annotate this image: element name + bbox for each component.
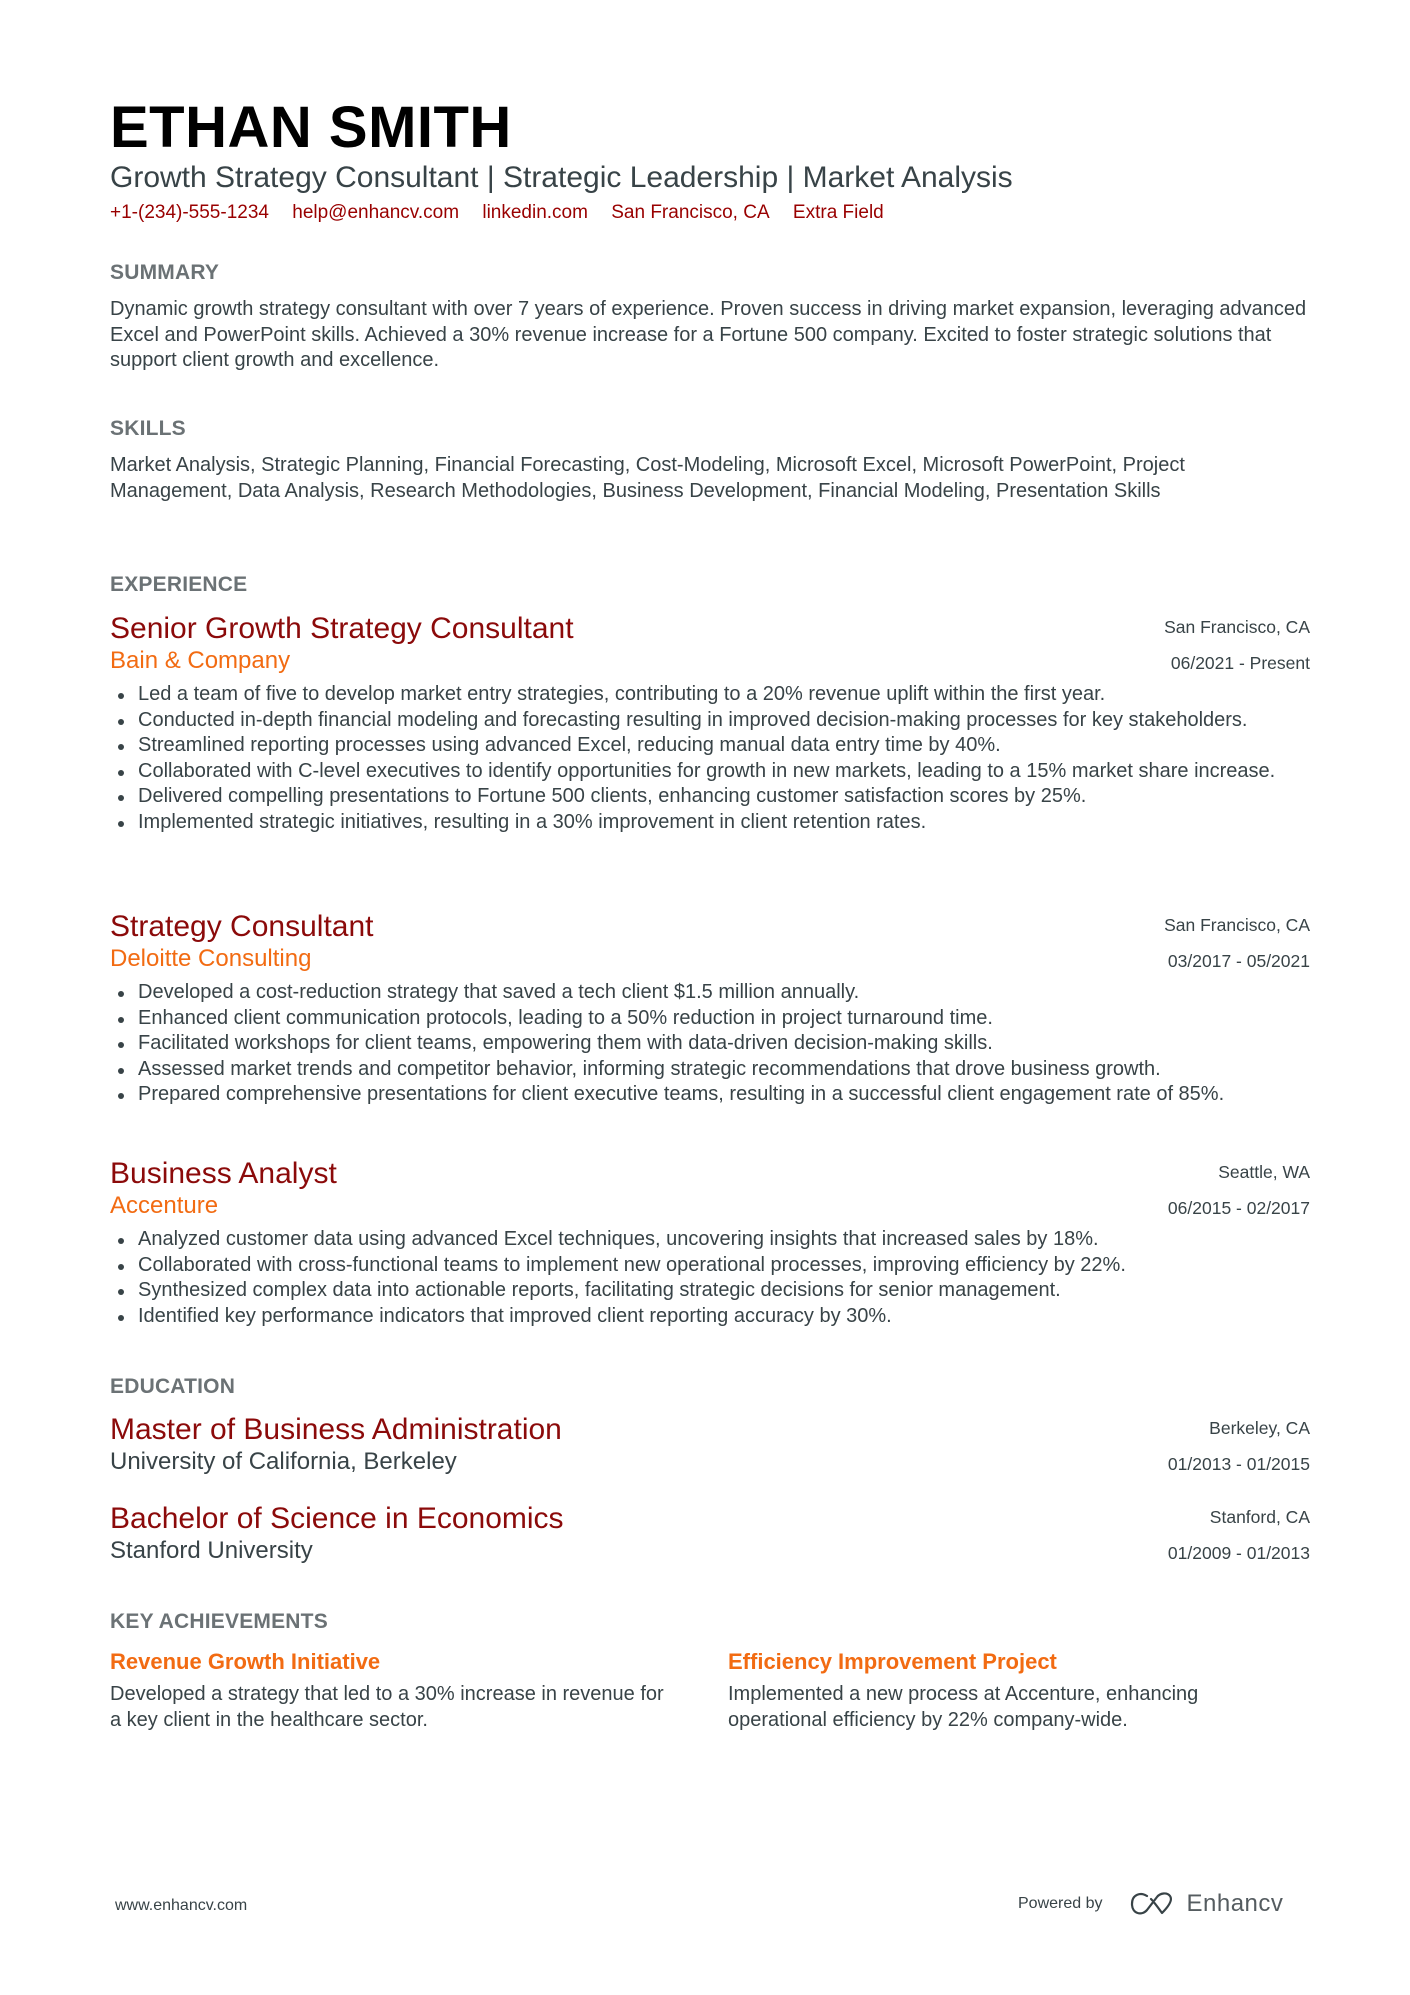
job-bullet: Identified key performance indicators th…	[110, 1304, 1310, 1330]
job-bullet: Delivered compelling presentations to Fo…	[110, 784, 1310, 810]
achievement-item: Revenue Growth Initiative Developed a st…	[110, 1648, 670, 1733]
contact-phone[interactable]: +1-(234)-555-1234	[110, 202, 269, 223]
job-bullet: Prepared comprehensive presentations for…	[110, 1082, 1310, 1108]
job-title: Strategy Consultant	[110, 910, 374, 943]
achievements-heading: KEY ACHIEVEMENTS	[110, 1610, 328, 1633]
education-entry: Master of Business Administration Univer…	[110, 1413, 1310, 1477]
skills-text: Market Analysis, Strategic Planning, Fin…	[110, 454, 1185, 502]
candidate-headline: Growth Strategy Consultant | Strategic L…	[110, 161, 1013, 194]
job-bullet: Facilitated workshops for client teams, …	[110, 1031, 1310, 1057]
enhancv-brand-name: Enhancv	[1186, 1890, 1284, 1917]
job-bullets: Developed a cost-reduction strategy that…	[110, 980, 1310, 1108]
contact-email[interactable]: help@enhancv.com	[292, 202, 459, 223]
school-name: University of California, Berkeley	[110, 1448, 457, 1475]
job-bullet: Collaborated with C-level executives to …	[110, 759, 1310, 785]
job-bullet: Collaborated with cross-functional teams…	[110, 1253, 1310, 1279]
company-name: Accenture	[110, 1192, 219, 1219]
job-location: Seattle, WA	[1218, 1162, 1310, 1182]
degree-title: Bachelor of Science in Economics	[110, 1502, 564, 1535]
achievement-title: Revenue Growth Initiative	[110, 1649, 381, 1674]
job-title: Business Analyst	[110, 1157, 337, 1190]
company-name: Bain & Company	[110, 647, 291, 674]
enhancv-logo-icon	[1130, 1892, 1172, 1915]
education-location: Stanford, CA	[1209, 1507, 1310, 1527]
degree-title: Master of Business Administration	[110, 1413, 562, 1446]
education-dates: 01/2009 - 01/2013	[1167, 1543, 1310, 1563]
education-dates: 01/2013 - 01/2015	[1167, 1454, 1310, 1474]
job-dates: 03/2017 - 05/2021	[1167, 951, 1310, 971]
candidate-name: ETHAN SMITH	[110, 95, 512, 160]
education-entry: Bachelor of Science in Economics Stanfor…	[110, 1502, 1310, 1566]
job-bullet: Synthesized complex data into actionable…	[110, 1278, 1310, 1304]
job-bullet: Conducted in-depth financial modeling an…	[110, 708, 1310, 734]
job-location: San Francisco, CA	[1164, 915, 1310, 935]
skills-heading: SKILLS	[110, 417, 186, 440]
job-bullet: Analyzed customer data using advanced Ex…	[110, 1227, 1310, 1253]
footer-website-link[interactable]: www.enhancv.com	[115, 1897, 247, 1915]
job-bullet: Assessed market trends and competitor be…	[110, 1057, 1310, 1083]
contact-location: San Francisco, CA	[611, 202, 770, 223]
contact-extra-field: Extra Field	[792, 202, 884, 223]
job-bullet: Implemented strategic initiatives, resul…	[110, 810, 1310, 836]
school-name: Stanford University	[110, 1537, 313, 1564]
job-bullets: Analyzed customer data using advanced Ex…	[110, 1227, 1310, 1329]
experience-entry: Senior Growth Strategy Consultant Bain &…	[110, 612, 1310, 836]
summary-heading: SUMMARY	[110, 261, 220, 284]
job-bullet: Led a team of five to develop market ent…	[110, 682, 1310, 708]
education-heading: EDUCATION	[110, 1375, 236, 1398]
achievement-title: Efficiency Improvement Project	[728, 1649, 1057, 1674]
achievement-item: Efficiency Improvement Project Implement…	[728, 1648, 1288, 1733]
job-bullet: Enhanced client communication protocols,…	[110, 1006, 1310, 1032]
powered-by-branding[interactable]: Powered by Enhancv	[1018, 1886, 1283, 1922]
company-name: Deloitte Consulting	[110, 945, 312, 972]
experience-entry: Strategy Consultant Deloitte Consulting …	[110, 910, 1310, 1108]
experience-entry: Business Analyst Accenture Seattle, WA 0…	[110, 1157, 1310, 1329]
summary-text: Dynamic growth strategy consultant with …	[110, 298, 1307, 371]
education-location: Berkeley, CA	[1209, 1418, 1310, 1438]
job-bullets: Led a team of five to develop market ent…	[110, 682, 1310, 836]
experience-heading: EXPERIENCE	[110, 573, 248, 596]
achievement-description: Developed a strategy that led to a 30% i…	[110, 1683, 664, 1731]
job-bullet: Developed a cost-reduction strategy that…	[110, 980, 1310, 1006]
powered-by-label: Powered by	[1018, 1895, 1103, 1912]
achievement-description: Implemented a new process at Accenture, …	[728, 1683, 1199, 1731]
job-location: San Francisco, CA	[1164, 617, 1310, 637]
contact-info: +1-(234)-555-1234 help@enhancv.com linke…	[110, 201, 902, 225]
job-dates: 06/2021 - Present	[1170, 653, 1310, 673]
contact-linkedin[interactable]: linkedin.com	[482, 202, 588, 223]
job-dates: 06/2015 - 02/2017	[1167, 1198, 1310, 1218]
job-bullet: Streamlined reporting processes using ad…	[110, 733, 1310, 759]
job-title: Senior Growth Strategy Consultant	[110, 612, 574, 645]
